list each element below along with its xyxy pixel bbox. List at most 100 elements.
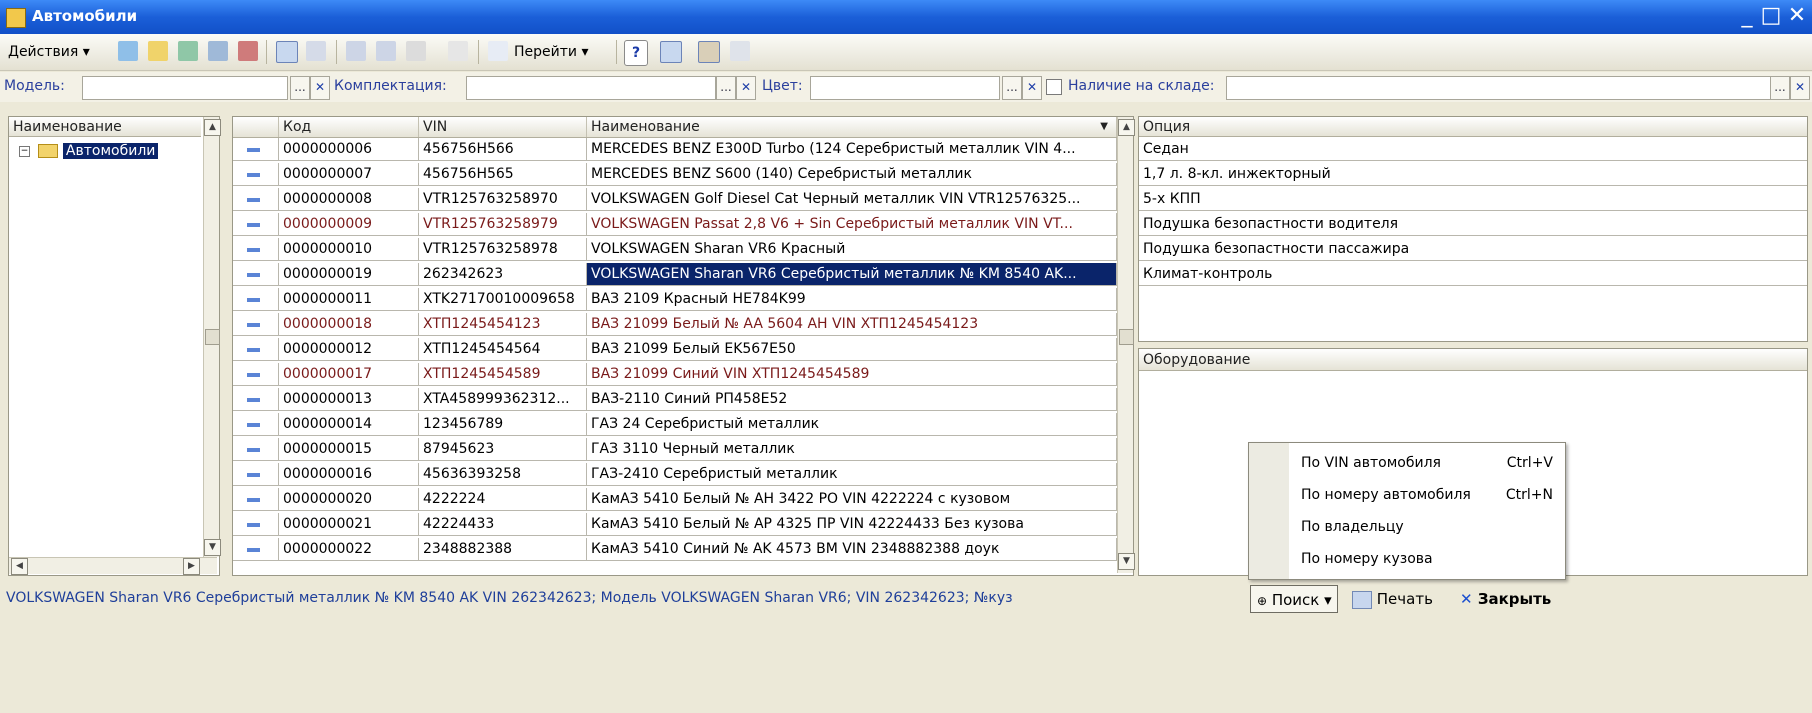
name-cell[interactable]: КамАЗ 5410 Синий № AK 4573 BM VIN 234888… [587, 538, 1117, 561]
delete-icon[interactable] [238, 41, 258, 61]
vin-cell[interactable]: 2348882388 [419, 538, 587, 561]
option-item[interactable]: Климат-контроль [1139, 263, 1807, 286]
code-cell[interactable]: 0000000015 [279, 438, 419, 461]
color-field[interactable] [810, 76, 1000, 100]
color-pick-button[interactable]: ... [1002, 76, 1022, 100]
name-cell[interactable]: VOLKSWAGEN Sharan VR6 Серебристый металл… [587, 263, 1117, 286]
name-cell[interactable]: VOLKSWAGEN Golf Diesel Cat Черный металл… [587, 188, 1117, 211]
collapse-icon[interactable]: − [19, 145, 30, 157]
table-row[interactable]: 0000000022 2348882388 КамАЗ 5410 Синий № A… [233, 538, 1117, 561]
code-cell[interactable]: 0000000014 [279, 413, 419, 436]
vin-cell[interactable]: 42224433 [419, 513, 587, 536]
name-cell[interactable]: VOLKSWAGEN Passat 2,8 V6 + Sin Серебрист… [587, 213, 1117, 236]
name-cell[interactable]: ВАЗ-2110 Синий РП458Е52 [587, 388, 1117, 411]
name-cell[interactable]: ВАЗ 21099 Белый № AA 5604 AH VIN XTП1245… [587, 313, 1117, 336]
code-cell[interactable]: 0000000013 [279, 388, 419, 411]
scroll-down-icon[interactable]: ▼ [1118, 553, 1135, 570]
code-cell[interactable]: 0000000017 [279, 363, 419, 386]
kit-pick-button[interactable]: ... [716, 76, 736, 100]
table-row[interactable]: 0000000012 XTП1245454564 ВАЗ 21099 Белый E… [233, 338, 1117, 361]
name-cell[interactable]: КамАЗ 5410 Белый № AP 4325 ПР VIN 422244… [587, 513, 1117, 536]
code-column-header[interactable]: Код [279, 117, 419, 137]
model-pick-button[interactable]: ... [290, 76, 310, 100]
filter-icon[interactable] [346, 41, 366, 61]
maximize-button[interactable]: □ [1758, 3, 1784, 29]
grid-vscroll[interactable]: ▲ ▼ [1117, 117, 1135, 573]
kit-field[interactable] [466, 76, 716, 100]
tree-view-icon[interactable] [660, 41, 682, 63]
code-cell[interactable]: 0000000012 [279, 338, 419, 361]
add-group-icon[interactable] [148, 41, 168, 61]
list-settings-icon[interactable] [730, 41, 750, 61]
scroll-down-icon[interactable]: ▼ [204, 539, 221, 556]
option-item[interactable]: Подушка безопастности пассажира [1139, 238, 1807, 261]
stock-field[interactable] [1226, 76, 1788, 100]
name-cell[interactable]: ГАЗ-2410 Серебристый металлик [587, 463, 1117, 486]
code-cell[interactable]: 0000000010 [279, 238, 419, 261]
actions-menu[interactable]: Действия ▾ [8, 40, 90, 64]
model-clear-button[interactable]: ✕ [310, 76, 330, 100]
vin-cell[interactable]: 262342623 [419, 263, 587, 286]
table-row[interactable]: 0000000006 456756H566 MERCEDES BENZ E300D … [233, 138, 1117, 161]
filter-history-icon[interactable] [406, 41, 426, 61]
level-up-icon[interactable] [306, 41, 326, 61]
stock-pick-button[interactable]: ... [1770, 76, 1790, 100]
scroll-up-icon[interactable]: ▲ [204, 119, 221, 136]
table-row[interactable]: 0000000010 VTR125763258978 VOLKSWAGEN Shar… [233, 238, 1117, 261]
code-cell[interactable]: 0000000018 [279, 313, 419, 336]
vin-cell[interactable]: 123456789 [419, 413, 587, 436]
tools-icon[interactable] [698, 41, 720, 63]
name-cell[interactable]: ВАЗ 21099 Синий VIN XTП1245454589 [587, 363, 1117, 386]
option-item[interactable]: Седан [1139, 138, 1807, 161]
table-row[interactable]: 0000000021 42224433 КамАЗ 5410 Белый № AP … [233, 513, 1117, 536]
vin-cell[interactable]: XTП1245454564 [419, 338, 587, 361]
vin-cell[interactable]: 87945623 [419, 438, 587, 461]
vin-cell[interactable]: 45636393258 [419, 463, 587, 486]
search-by-number-item[interactable]: По номеру автомобиля Ctrl+N [1301, 481, 1559, 509]
scroll-up-icon[interactable]: ▲ [1118, 119, 1135, 136]
scroll-thumb[interactable] [1119, 329, 1134, 345]
option-item[interactable]: 1,7 л. 8-кл. инжекторный [1139, 163, 1807, 186]
option-item[interactable]: Подушка безопастности водителя [1139, 213, 1807, 236]
vin-cell[interactable]: VTR125763258978 [419, 238, 587, 261]
table-row[interactable]: 0000000013 XTA458999362312... ВАЗ-2110 Син… [233, 388, 1117, 411]
vin-column-header[interactable]: VIN [419, 117, 587, 137]
name-cell[interactable]: VOLKSWAGEN Sharan VR6 Красный [587, 238, 1117, 261]
vin-cell[interactable]: XTП1245454589 [419, 363, 587, 386]
goto-menu[interactable]: Перейти ▾ [514, 40, 588, 64]
filter-value-icon[interactable] [376, 41, 396, 61]
minimize-button[interactable]: _ [1734, 3, 1760, 29]
code-cell[interactable]: 0000000008 [279, 188, 419, 211]
vin-cell[interactable]: VTR125763258970 [419, 188, 587, 211]
code-cell[interactable]: 0000000019 [279, 263, 419, 286]
vin-cell[interactable]: XTA458999362312... [419, 388, 587, 411]
code-cell[interactable]: 0000000006 [279, 138, 419, 161]
code-cell[interactable]: 0000000021 [279, 513, 419, 536]
table-row[interactable]: 0000000018 XTП1245454123 ВАЗ 21099 Белый №… [233, 313, 1117, 336]
copy-icon[interactable] [178, 41, 198, 61]
table-row[interactable]: 0000000014 123456789 ГАЗ 24 Серебристый ме… [233, 413, 1117, 436]
table-row[interactable]: 0000000011 XTK27170010009658 ВАЗ 2109 Крас… [233, 288, 1117, 311]
name-cell[interactable]: MERCEDES BENZ E300D Turbo (124 Серебрист… [587, 138, 1117, 161]
tree-vscroll[interactable]: ▲ ▼ [203, 117, 221, 557]
vin-cell[interactable]: VTR125763258979 [419, 213, 587, 236]
stock-clear-button[interactable]: ✕ [1790, 76, 1810, 100]
scroll-thumb[interactable] [205, 329, 220, 345]
vin-cell[interactable]: XTП1245454123 [419, 313, 587, 336]
name-cell[interactable]: ГАЗ 24 Серебристый металлик [587, 413, 1117, 436]
vin-cell[interactable]: 4222224 [419, 488, 587, 511]
option-item[interactable]: 5-х КПП [1139, 188, 1807, 211]
filter-clear-icon[interactable] [448, 41, 468, 61]
search-by-vin-item[interactable]: По VIN автомобиля Ctrl+V [1301, 449, 1559, 477]
scroll-left-icon[interactable]: ◀ [11, 558, 28, 575]
name-column-header[interactable]: Наименование ▼ [587, 117, 1117, 137]
code-cell[interactable]: 0000000009 [279, 213, 419, 236]
table-row[interactable]: 0000000020 4222224 КамАЗ 5410 Белый № AH 3… [233, 488, 1117, 511]
vin-cell[interactable]: XTK27170010009658 [419, 288, 587, 311]
vin-cell[interactable]: 456756H566 [419, 138, 587, 161]
name-cell[interactable]: КамАЗ 5410 Белый № AH 3422 PO VIN 422222… [587, 488, 1117, 511]
table-row[interactable]: 0000000015 87945623 ГАЗ 3110 Черный металл… [233, 438, 1117, 461]
name-cell[interactable]: ГАЗ 3110 Черный металлик [587, 438, 1117, 461]
search-button[interactable]: ⊕ Поиск ▾ [1250, 585, 1338, 613]
table-row[interactable]: 0000000017 XTП1245454589 ВАЗ 21099 Синий V… [233, 363, 1117, 386]
